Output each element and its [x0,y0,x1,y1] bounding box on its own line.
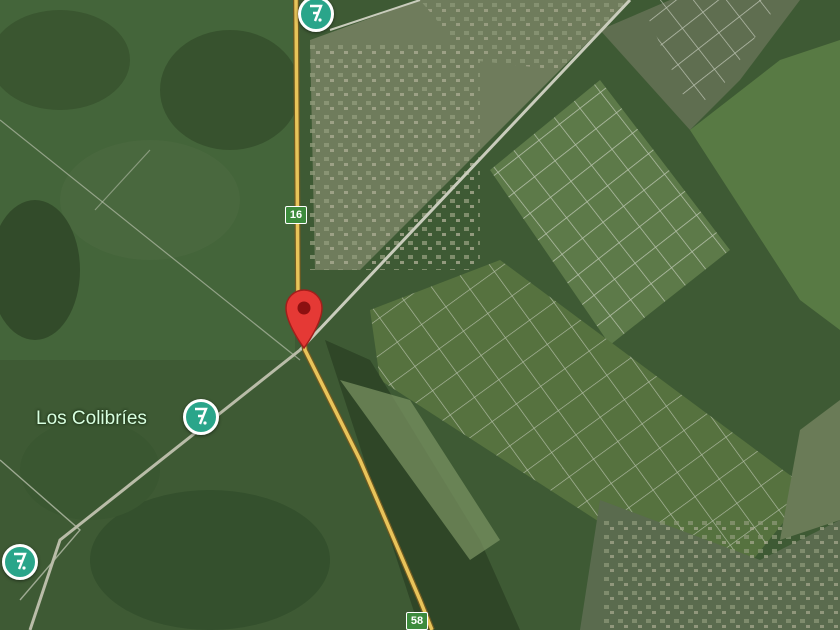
location-pin-icon[interactable] [282,286,326,350]
map-view[interactable]: 16 58 Los Colibríes [0,0,840,630]
place-label-los-colibries[interactable]: Los Colibríes [36,408,147,430]
route-shield-16: 16 [285,206,307,224]
satellite-imagery [0,0,840,630]
recreation-icon[interactable] [183,399,219,435]
recreation-icon[interactable] [2,544,38,580]
route-shield-58: 58 [406,612,428,630]
